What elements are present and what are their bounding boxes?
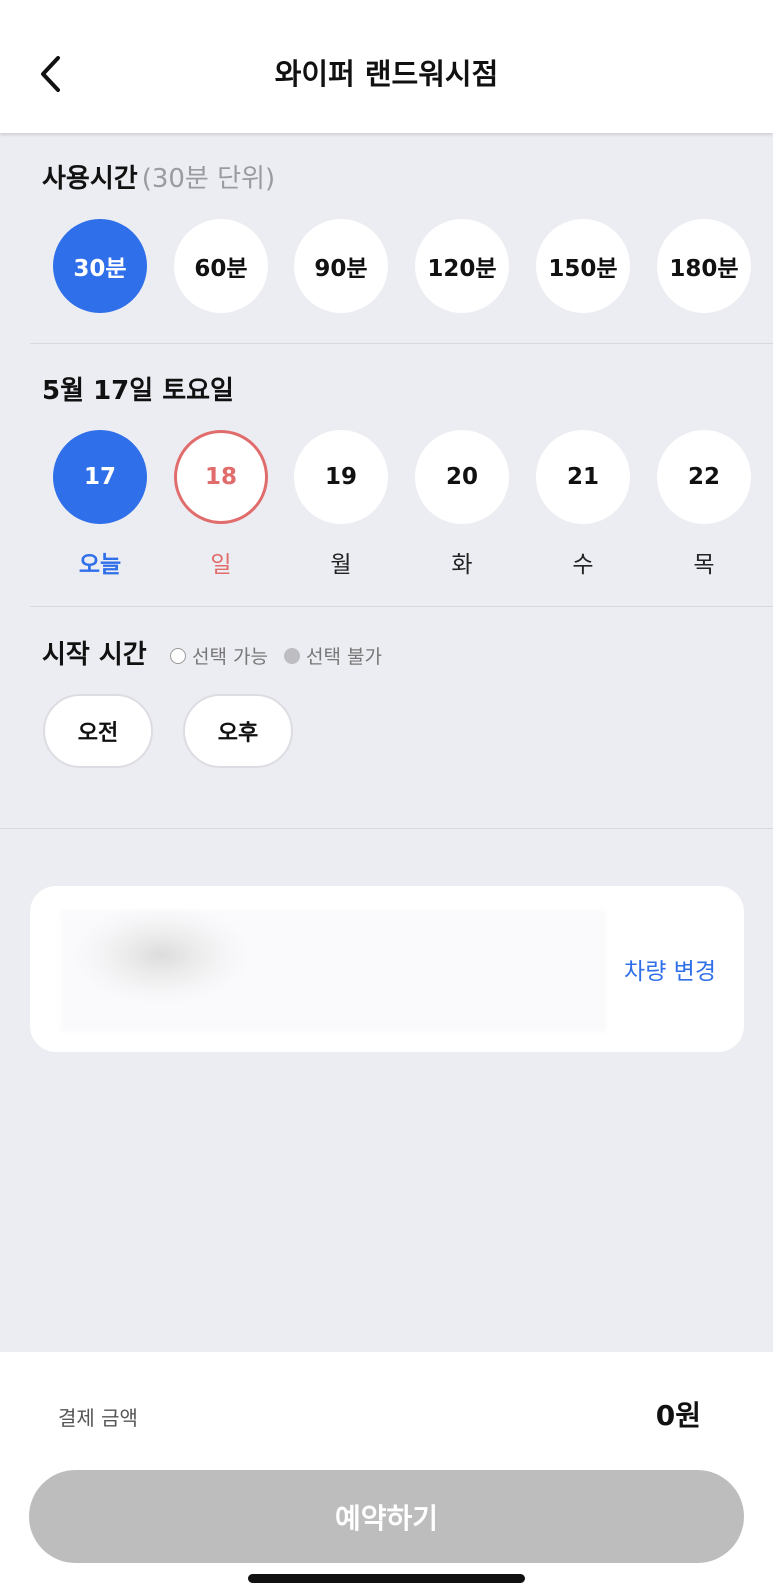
weekday-label-tue: 화 — [451, 552, 473, 578]
date-option-22[interactable]: 22 — [657, 430, 751, 524]
reserve-button[interactable]: 예약하기 — [29, 1470, 744, 1563]
am-button[interactable]: 오전 — [43, 694, 153, 768]
pm-button[interactable]: 오후 — [183, 694, 293, 768]
date-option-19[interactable]: 19 — [294, 430, 388, 524]
legend-available: 선택 가능 — [192, 646, 268, 668]
vehicle-card: 차량 변경 — [30, 886, 744, 1052]
selected-date-title: 5월 17일 토요일 — [42, 376, 234, 406]
legend-unavailable: 선택 불가 — [305, 646, 382, 668]
date-option-20[interactable]: 20 — [415, 430, 509, 524]
usage-time-title: 사용시간 (30분 단위) — [42, 158, 275, 195]
date-option-21[interactable]: 21 — [536, 430, 630, 524]
availability-legend: 선택 가능 선택 불가 — [170, 642, 382, 669]
weekday-label-wed: 수 — [572, 552, 594, 578]
change-vehicle-link[interactable]: 차량 변경 — [624, 952, 716, 986]
reservation-page: 와이퍼 랜드워시점 사용시간 (30분 단위) 30분 60분 90분 120분 … — [0, 0, 773, 1596]
weekday-label-mon: 월 — [330, 552, 352, 578]
payment-amount: 0원 — [655, 1399, 701, 1432]
duration-option-60[interactable]: 60분 — [174, 219, 268, 313]
duration-option-120[interactable]: 120분 — [415, 219, 509, 313]
date-option-17[interactable]: 17 — [53, 430, 147, 524]
usage-time-label: 사용시간 — [42, 164, 138, 194]
divider — [0, 828, 773, 829]
header: 와이퍼 랜드워시점 — [0, 0, 773, 133]
payment-label: 결제 금액 — [58, 1406, 138, 1430]
unavailable-dot-icon — [283, 647, 300, 664]
usage-time-unit: (30분 단위) — [141, 164, 276, 194]
duration-option-90[interactable]: 90분 — [294, 219, 388, 313]
available-dot-icon — [170, 647, 186, 664]
page-title: 와이퍼 랜드워시점 — [274, 57, 499, 91]
duration-option-180[interactable]: 180분 — [657, 219, 751, 313]
weekday-label-thu: 목 — [693, 552, 715, 578]
date-option-18[interactable]: 18 — [174, 430, 268, 524]
home-indicator — [248, 1574, 525, 1583]
weekday-label-today: 오늘 — [78, 552, 122, 578]
weekday-label-sun: 일 — [210, 552, 232, 578]
start-time-title: 시작 시간 — [42, 640, 147, 670]
divider — [30, 343, 773, 344]
vehicle-info-blurred — [61, 910, 606, 1032]
duration-option-150[interactable]: 150분 — [536, 219, 630, 313]
duration-option-30[interactable]: 30분 — [53, 219, 147, 313]
divider — [30, 606, 773, 607]
bottom-panel: 결제 금액 0원 예약하기 — [0, 1352, 773, 1596]
